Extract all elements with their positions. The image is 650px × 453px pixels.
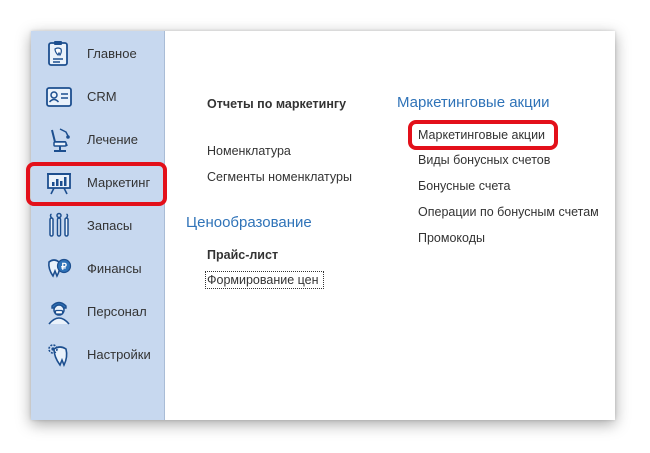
sidebar-item-label: Персонал <box>87 304 147 319</box>
price-formation-link[interactable]: Формирование цен <box>207 273 319 287</box>
sidebar-item-marketing[interactable]: Маркетинг <box>31 166 165 200</box>
sidebar-item-label: Главное <box>87 46 137 61</box>
sidebar-item-label: Финансы <box>87 261 142 276</box>
tooth-gear-icon <box>45 341 73 369</box>
sidebar-item-treatment[interactable]: Лечение <box>31 123 165 157</box>
promo-actions-link[interactable]: Маркетинговые акции <box>418 128 545 142</box>
clipboard-tooth-icon <box>45 40 73 68</box>
sidebar-item-settings[interactable]: Настройки <box>31 338 165 372</box>
sidebar-item-finance[interactable]: ₽ Финансы <box>31 252 165 286</box>
sidebar-item-label: Маркетинг <box>87 175 151 190</box>
svg-text:₽: ₽ <box>61 262 67 272</box>
bonus-accounts-link[interactable]: Бонусные счета <box>418 179 510 193</box>
sidebar-item-staff[interactable]: Персонал <box>31 295 165 329</box>
doctor-icon <box>45 298 73 326</box>
bonus-operations-link[interactable]: Операции по бонусным счетам <box>418 205 599 219</box>
main-panel: Отчеты по маркетингу Номенклатура Сегмен… <box>165 31 615 420</box>
sidebar: Главное CRM Лечение Маркетинг Запасы ₽ Ф… <box>31 31 165 420</box>
dental-chair-icon <box>45 126 73 154</box>
price-list-link[interactable]: Прайс-лист <box>207 248 278 262</box>
sidebar-item-crm[interactable]: CRM <box>31 80 165 114</box>
id-card-icon <box>45 83 73 111</box>
tooth-coin-icon: ₽ <box>45 255 73 283</box>
nomenclature-link[interactable]: Номенклатура <box>207 144 291 158</box>
nomenclature-segments-link[interactable]: Сегменты номенклатуры <box>207 170 352 184</box>
promo-section-title: Маркетинговые акции <box>397 94 550 111</box>
sidebar-item-stock[interactable]: Запасы <box>31 209 165 243</box>
presentation-chart-icon <box>45 169 73 197</box>
pricing-section-title: Ценообразование <box>186 214 312 231</box>
sidebar-item-label: Настройки <box>87 347 151 362</box>
sidebar-item-label: CRM <box>87 89 117 104</box>
sidebar-item-label: Запасы <box>87 218 133 233</box>
reports-header: Отчеты по маркетингу <box>207 97 347 111</box>
sidebar-item-label: Лечение <box>87 132 139 147</box>
bonus-account-types-link[interactable]: Виды бонусных счетов <box>418 153 550 167</box>
promo-codes-link[interactable]: Промокоды <box>418 231 485 245</box>
app-window: Главное CRM Лечение Маркетинг Запасы ₽ Ф… <box>31 31 615 420</box>
sidebar-item-main[interactable]: Главное <box>31 37 165 71</box>
dental-tools-icon <box>45 212 73 240</box>
